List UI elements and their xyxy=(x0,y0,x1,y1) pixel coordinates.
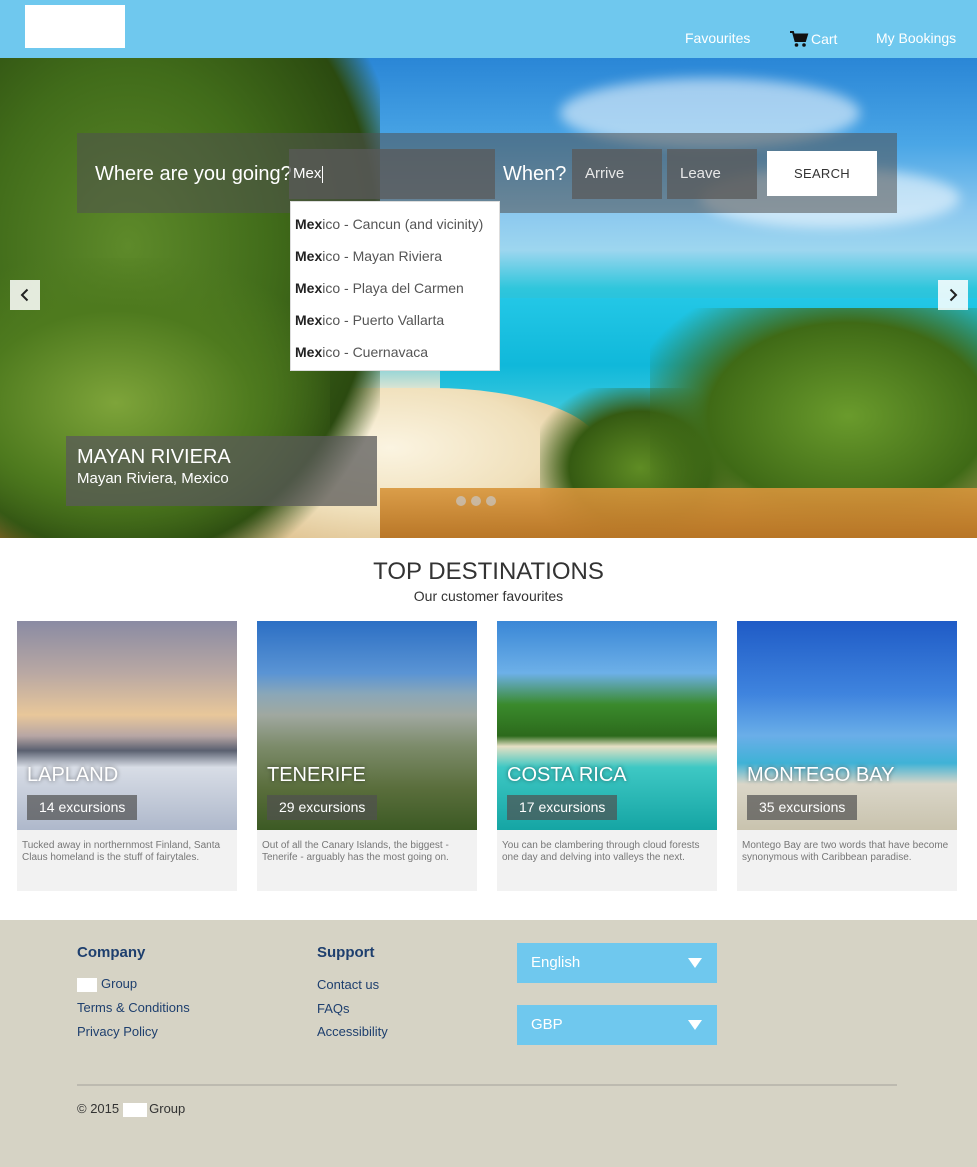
excursion-count-badge: 17 excursions xyxy=(507,795,618,820)
hero-caption-title: MAYAN RIVIERA xyxy=(77,446,231,468)
autocomplete-rest: ico - Cancun (and vicinity) xyxy=(322,216,484,232)
autocomplete-dropdown: Mexico - Cancun (and vicinity) Mexico - … xyxy=(290,201,500,371)
autocomplete-option[interactable]: Mexico - Puerto Vallarta xyxy=(291,304,499,336)
destination-card[interactable]: TENERIFE 29 excursions Out of all the Ca… xyxy=(257,621,477,891)
destination-name: TENERIFE xyxy=(267,764,366,786)
header: Favourites Cart My Bookings xyxy=(0,0,977,58)
chevron-down-icon xyxy=(688,958,702,968)
destination-name: LAPLAND xyxy=(27,764,119,786)
autocomplete-rest: ico - Cuernavaca xyxy=(322,344,429,360)
carousel-prev-button[interactable] xyxy=(10,280,40,310)
destination-description: Out of all the Canary Islands, the bigge… xyxy=(262,840,449,863)
footer-link-terms[interactable]: Terms & Conditions xyxy=(77,1000,190,1015)
nav-cart-label: Cart xyxy=(811,31,838,47)
autocomplete-option[interactable]: Mexico - Cancun (and vicinity) xyxy=(291,208,499,240)
destination-name: COSTA RICA xyxy=(507,764,627,786)
destination-description: Tucked away in northernmost Finland, San… xyxy=(22,840,221,863)
where-label: Where are you going? xyxy=(95,163,292,185)
text-caret xyxy=(322,165,324,183)
currency-select-value: GBP xyxy=(531,1016,563,1033)
carousel-next-button[interactable] xyxy=(938,280,968,310)
brand-logo-placeholder xyxy=(123,1102,148,1117)
footer-divider xyxy=(77,1084,897,1086)
logo[interactable] xyxy=(25,5,125,48)
when-label: When? xyxy=(503,163,567,185)
excursion-count-badge: 35 excursions xyxy=(747,795,858,820)
autocomplete-option[interactable]: Mexico - Cuernavaca xyxy=(291,336,499,368)
excursion-count-badge: 14 excursions xyxy=(27,795,138,820)
carousel-dot[interactable] xyxy=(456,496,466,506)
copyright-prefix: © 2015 xyxy=(77,1101,120,1116)
destination-name: MONTEGO BAY xyxy=(747,764,895,786)
autocomplete-rest: ico - Playa del Carmen xyxy=(322,280,464,296)
autocomplete-match: Mex xyxy=(295,344,323,360)
chevron-left-icon xyxy=(20,288,29,302)
brand-logo-placeholder xyxy=(77,977,97,992)
hero-caption-subtitle: Mayan Riviera, Mexico xyxy=(77,470,229,487)
footer-link-contact[interactable]: Contact us xyxy=(317,977,379,992)
destination-input[interactable]: Mex xyxy=(289,149,495,199)
section-subtitle: Our customer favourites xyxy=(413,588,564,604)
language-select-value: English xyxy=(531,954,581,971)
destination-description: Montego Bay are two words that have beco… xyxy=(742,840,949,863)
footer-link-group-label: Group xyxy=(101,976,138,991)
carousel-indicators xyxy=(456,496,496,506)
hero-caption: MAYAN RIVIERA Mayan Riviera, Mexico xyxy=(66,436,377,506)
footer-support-title: Support xyxy=(317,944,375,961)
arrive-date-input[interactable]: Arrive xyxy=(572,149,662,199)
hero-carousel: Where are you going? Mex When? Arrive Le… xyxy=(0,58,977,538)
footer-company-title: Company xyxy=(77,944,146,961)
autocomplete-match: Mex xyxy=(295,280,323,296)
language-select[interactable]: English xyxy=(517,943,717,983)
footer-link-faqs[interactable]: FAQs xyxy=(317,1001,350,1016)
leave-date-input[interactable]: Leave xyxy=(667,149,757,199)
copyright: © 2015 Group xyxy=(77,1101,185,1117)
destination-description: You can be clambering through cloud fore… xyxy=(502,840,700,863)
excursion-count-badge: 29 excursions xyxy=(267,795,378,820)
footer: Company Group Terms & Conditions Privacy… xyxy=(0,920,977,1167)
currency-select[interactable]: GBP xyxy=(517,1005,717,1045)
destination-card[interactable]: MONTEGO BAY 35 excursions Montego Bay ar… xyxy=(737,621,957,891)
chevron-down-icon xyxy=(688,1020,702,1030)
cart-icon xyxy=(790,31,809,47)
autocomplete-option[interactable]: Mexico - Mayan Riviera xyxy=(291,240,499,272)
nav-cart[interactable]: Cart xyxy=(789,30,837,48)
autocomplete-match: Mex xyxy=(295,312,323,328)
destination-card[interactable]: COSTA RICA 17 excursions You can be clam… xyxy=(497,621,717,891)
copyright-suffix: Group xyxy=(149,1101,186,1116)
search-button[interactable]: SEARCH xyxy=(767,151,877,196)
autocomplete-match: Mex xyxy=(295,248,323,264)
footer-link-accessibility[interactable]: Accessibility xyxy=(317,1024,388,1039)
autocomplete-rest: ico - Puerto Vallarta xyxy=(322,312,445,328)
carousel-dot[interactable] xyxy=(471,496,481,506)
nav-my-bookings[interactable]: My Bookings xyxy=(876,30,956,46)
destination-input-value: Mex xyxy=(293,165,322,182)
destination-card[interactable]: LAPLAND 14 excursions Tucked away in nor… xyxy=(17,621,237,891)
footer-link-privacy[interactable]: Privacy Policy xyxy=(77,1024,158,1039)
section-title: TOP DESTINATIONS xyxy=(373,558,604,585)
footer-link-group[interactable]: Group xyxy=(77,976,137,992)
autocomplete-option[interactable]: Mexico - Playa del Carmen xyxy=(291,272,499,304)
autocomplete-rest: ico - Mayan Riviera xyxy=(322,248,443,264)
chevron-right-icon xyxy=(949,288,958,302)
autocomplete-match: Mex xyxy=(295,216,323,232)
nav-favourites[interactable]: Favourites xyxy=(685,30,750,46)
carousel-dot[interactable] xyxy=(486,496,496,506)
